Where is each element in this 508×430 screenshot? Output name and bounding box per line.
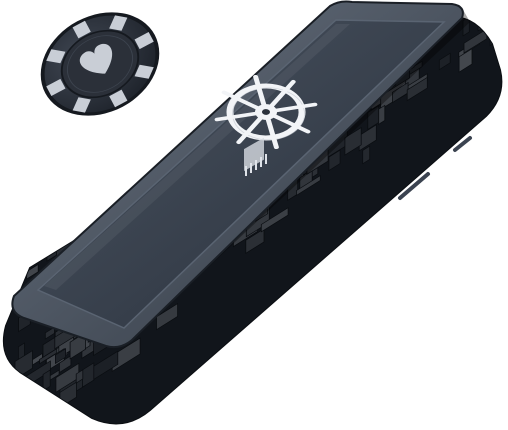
circuit-component — [473, 17, 481, 18]
circuit-component — [485, 17, 502, 23]
circuit-component — [499, 23, 502, 42]
scene-svg — [2, 0, 508, 425]
circuit-component — [477, 19, 489, 32]
circuit-component — [481, 17, 502, 26]
circuit-component — [489, 0, 508, 2]
circuit-component — [489, 30, 499, 47]
poker-chip-heart-icon — [40, 12, 160, 116]
circuit-component — [467, 0, 484, 16]
illustration-stage — [0, 0, 508, 430]
